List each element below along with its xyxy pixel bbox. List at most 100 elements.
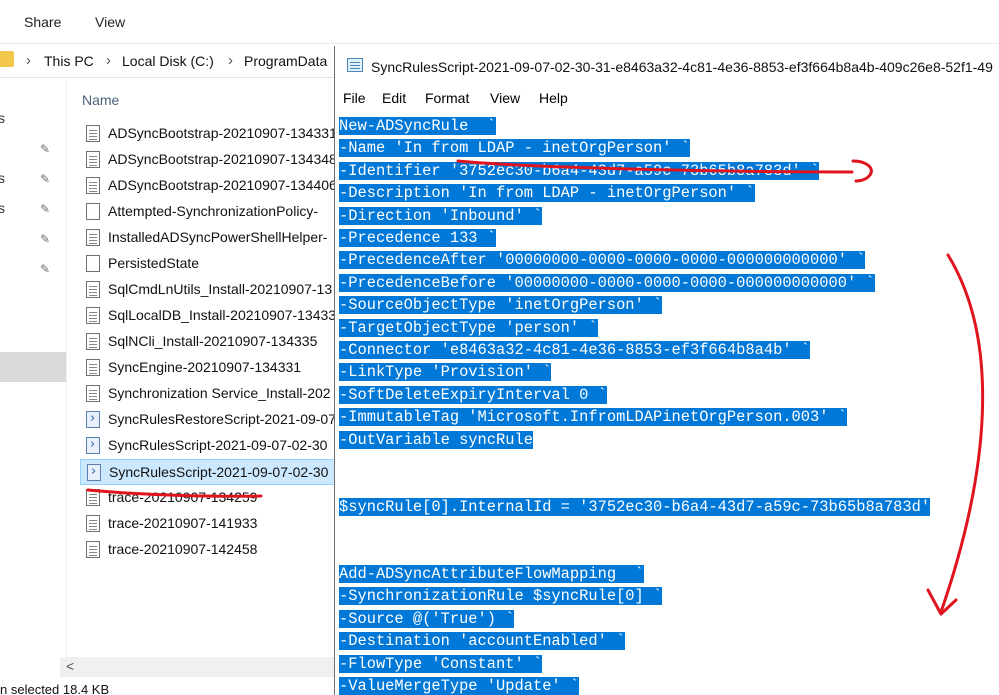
pane-divider[interactable] — [66, 79, 67, 659]
code-line-text: -Description 'In from LDAP - inetOrgPers… — [339, 184, 755, 203]
text-file-icon — [86, 229, 100, 246]
menu-view[interactable]: View — [490, 90, 520, 106]
file-name: Attempted-SynchronizationPolicy- — [108, 203, 319, 219]
code-line-text: -ValueMergeType 'Update' ` — [339, 677, 580, 695]
text-file-icon — [86, 255, 100, 272]
file-name: trace-20210907-142458 — [108, 541, 258, 557]
code-line-text: -Precedence 133 ` — [339, 229, 497, 247]
code-line: -Description 'In from LDAP - inetOrgPers… — [339, 182, 755, 204]
menu-format[interactable]: Format — [425, 90, 469, 106]
code-line: $syncRule[0].InternalId = '3752ec30-b6a4… — [339, 496, 931, 518]
code-line: -Source @('True') ` — [339, 608, 515, 630]
code-line-text: -Connector 'e8463a32-4c81-4e36-8853-ef3f… — [339, 341, 811, 359]
file-name: PersistedState — [108, 255, 200, 271]
file-name: trace-20210907-141933 — [108, 515, 258, 531]
code-line-text: -Source @('True') ` — [339, 609, 515, 628]
code-line: -SynchronizationRule $syncRule[0] ` — [339, 585, 663, 607]
file-list: ADSyncBootstrap-20210907-134331 ADSyncBoo… — [80, 121, 335, 563]
text-file-icon — [86, 333, 100, 350]
breadcrumb-this-pc[interactable]: This PC — [44, 53, 94, 69]
file-name: SyncEngine-20210907-134331 — [108, 359, 302, 375]
code-line-text: -Destination 'accountEnabled' ` — [339, 632, 626, 651]
code-line: -PrecedenceBefore '00000000-0000-0000-00… — [339, 272, 875, 294]
nav-item-label[interactable]: s — [0, 200, 5, 216]
file-name: SyncRulesRestoreScript-2021-09-07 — [108, 411, 335, 427]
code-line-text: -PrecedenceAfter '00000000-0000-0000-000… — [339, 251, 866, 270]
file-name: ADSyncBootstrap-20210907-134406 — [108, 177, 335, 193]
notepad-window: SyncRulesScript-2021-09-07-02-30-31-e846… — [334, 46, 999, 695]
code-line: -Destination 'accountEnabled' ` — [339, 630, 626, 652]
breadcrumb-local-disk[interactable]: Local Disk (C:) — [122, 53, 214, 69]
notepad-title-bar[interactable]: SyncRulesScript-2021-09-07-02-30-31-e846… — [335, 46, 999, 86]
text-editor[interactable]: New-ADSyncRule ` -Name 'In from LDAP - in… — [335, 112, 999, 695]
code-line-text: -SynchronizationRule $syncRule[0] ` — [339, 587, 663, 606]
file-row[interactable]: SqlLocalDB_Install-20210907-13433 — [80, 303, 335, 329]
breadcrumb-programdata[interactable]: ProgramData — [244, 53, 327, 69]
text-file-icon — [86, 489, 100, 506]
pin-icon[interactable]: ✎ — [38, 172, 52, 186]
chevron-right-icon[interactable]: › — [106, 52, 111, 69]
text-file-icon — [86, 203, 100, 220]
navigation-pane: s s s ✎ ✎ ✎ ✎ ✎ — [0, 79, 66, 659]
file-row[interactable]: SqlCmdLnUtils_Install-20210907-13 — [80, 277, 335, 303]
file-row[interactable]: SqlNCli_Install-20210907-134335 — [80, 329, 335, 355]
pin-icon[interactable]: ✎ — [38, 202, 52, 216]
nav-item-label[interactable]: s — [0, 170, 5, 186]
code-line-text: -Direction 'Inbound' ` — [339, 206, 543, 225]
file-row[interactable]: trace-20210907-134259 — [80, 485, 335, 511]
ribbon: Share View — [0, 0, 999, 44]
file-row[interactable]: SyncRulesScript-2021-09-07-02-30 — [80, 433, 335, 459]
pin-icon[interactable]: ✎ — [38, 262, 52, 276]
menu-edit[interactable]: Edit — [382, 90, 406, 106]
file-row[interactable]: SyncRulesRestoreScript-2021-09-07 — [80, 407, 335, 433]
file-row[interactable]: trace-20210907-141933 — [80, 511, 335, 537]
file-row[interactable]: SyncEngine-20210907-134331 — [80, 355, 335, 381]
code-line: -SourceObjectType 'inetOrgPerson' ` — [339, 294, 663, 316]
code-line: -ImmutableTag 'Microsoft.InfromLDAPinetO… — [339, 406, 847, 428]
file-row[interactable]: Attempted-SynchronizationPolicy- — [80, 199, 335, 225]
file-row[interactable]: ADSyncBootstrap-20210907-134348 — [80, 147, 335, 173]
text-file-icon — [86, 281, 100, 298]
text-file-icon — [86, 385, 100, 402]
text-file-icon — [86, 359, 100, 376]
chevron-right-icon[interactable]: › — [228, 52, 233, 69]
file-row[interactable]: Synchronization Service_Install-202 — [80, 381, 335, 407]
chevron-right-icon[interactable]: › — [26, 52, 31, 69]
text-file-icon — [86, 151, 100, 168]
file-name: ADSyncBootstrap-20210907-134348 — [108, 151, 335, 167]
menu-file[interactable]: File — [343, 90, 366, 106]
file-row[interactable]: ADSyncBootstrap-20210907-134331 — [80, 121, 335, 147]
code-line: -Direction 'Inbound' ` — [339, 205, 543, 227]
code-line: -Identifier '3752ec30-b6a4-43d7-a59c-73b… — [339, 160, 820, 182]
file-row[interactable]: ADSyncBootstrap-20210907-134406 — [80, 173, 335, 199]
code-line: -Precedence 133 ` — [339, 227, 497, 249]
status-bar-text: n selected 18.4 KB — [0, 682, 110, 695]
text-file-icon — [86, 515, 100, 532]
code-line: -Name 'In from LDAP - inetOrgPerson' ` — [339, 137, 690, 159]
nav-item-selected[interactable] — [0, 352, 66, 382]
menu-help[interactable]: Help — [539, 90, 568, 106]
nav-item-label[interactable]: s — [0, 110, 5, 126]
file-row[interactable]: PersistedState — [80, 251, 335, 277]
file-row[interactable]: InstalledADSyncPowerShellHelper- — [80, 225, 335, 251]
file-row[interactable]: SyncRulesScript-2021-09-07-02-30 — [80, 459, 335, 485]
code-line-text: -Identifier '3752ec30-b6a4-43d7-a59c-73b… — [339, 161, 820, 180]
scroll-left-icon[interactable]: < — [66, 658, 74, 674]
horizontal-scrollbar[interactable]: < — [60, 657, 335, 677]
file-row[interactable]: trace-20210907-142458 — [80, 537, 335, 563]
file-name: SqlLocalDB_Install-20210907-13433 — [108, 307, 335, 323]
code-line-text: -SourceObjectType 'inetOrgPerson' ` — [339, 296, 663, 315]
pin-icon[interactable]: ✎ — [38, 232, 52, 246]
folder-icon — [0, 51, 14, 67]
code-line: -TargetObjectType 'person' ` — [339, 317, 598, 339]
text-file-icon — [86, 307, 100, 324]
ribbon-tab-share[interactable]: Share — [24, 14, 61, 30]
code-line-text: Add-ADSyncAttributeFlowMapping ` — [339, 565, 644, 583]
notepad-icon — [347, 58, 363, 72]
file-name: trace-20210907-134259 — [108, 489, 258, 505]
file-name: SyncRulesScript-2021-09-07-02-30 — [108, 437, 328, 453]
code-line-text: -SoftDeleteExpiryInterval 0 ` — [339, 385, 607, 404]
column-header-name[interactable]: Name — [82, 92, 119, 108]
ribbon-tab-view[interactable]: View — [95, 14, 125, 30]
pin-icon[interactable]: ✎ — [38, 142, 52, 156]
